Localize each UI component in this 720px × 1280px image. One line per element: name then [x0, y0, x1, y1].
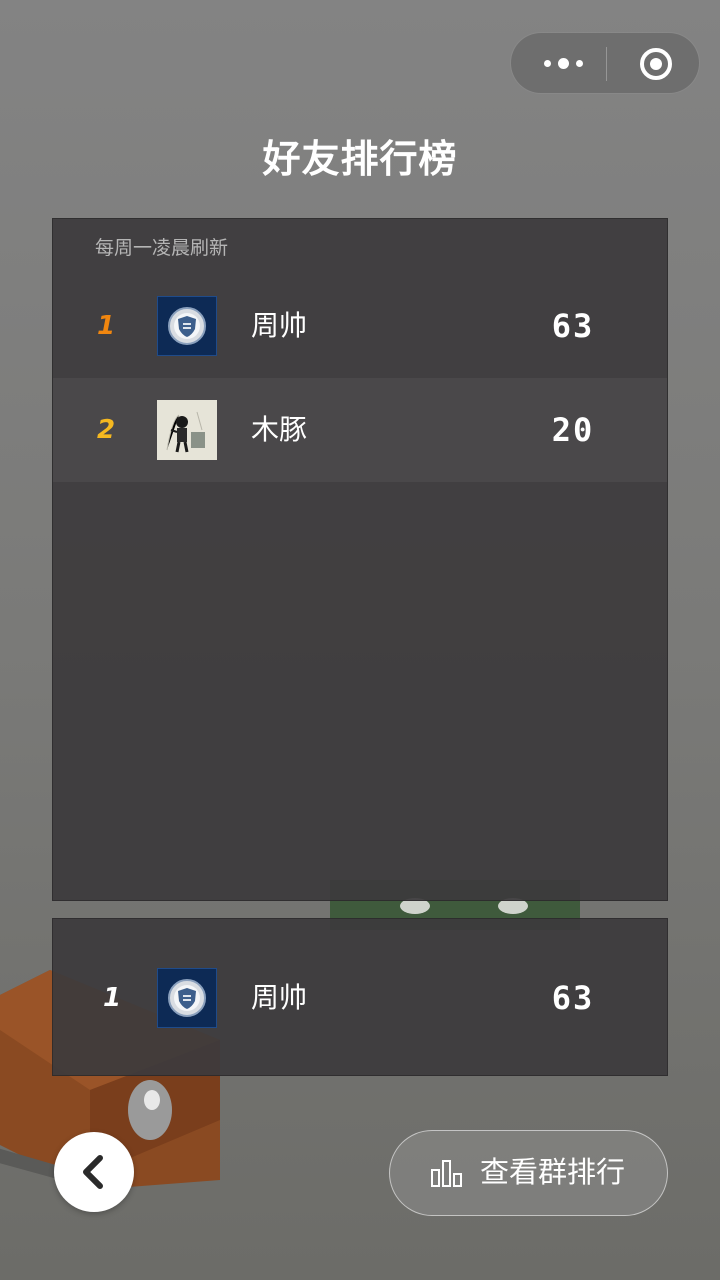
view-group-rank-button[interactable]: 查看群排行 [389, 1130, 668, 1216]
avatar [157, 400, 217, 460]
leaderboard-panel: 每周一凌晨刷新 1 周帅 63 2 木豚 20 [52, 218, 668, 901]
back-button[interactable] [54, 1132, 134, 1212]
target-circle-icon[interactable] [639, 47, 673, 81]
page-title: 好友排行榜 [262, 137, 458, 181]
my-rank-panel: 1 周帅 63 [52, 918, 668, 1076]
avatar [157, 296, 217, 356]
shield-badge-avatar [157, 968, 217, 1028]
avatar [157, 968, 217, 1028]
player-name: 木豚 [251, 413, 308, 446]
player-score: 63 [551, 979, 595, 1017]
rank-number: 1 [96, 311, 116, 341]
leaderboard-row[interactable]: 1 周帅 63 [53, 274, 667, 378]
leaderboard-row[interactable]: 2 木豚 20 [53, 378, 667, 482]
capsule-divider [606, 47, 607, 81]
player-score: 63 [551, 307, 595, 345]
player-name: 周帅 [251, 309, 308, 342]
more-dots-icon[interactable] [539, 51, 587, 75]
shield-badge-avatar [157, 296, 217, 356]
sketch-figure-avatar [157, 400, 217, 460]
rank-number: 2 [96, 415, 116, 445]
chevron-left-icon [83, 1155, 103, 1189]
rank-number: 1 [102, 983, 122, 1013]
my-rank-row[interactable]: 1 周帅 63 [53, 946, 667, 1050]
view-group-rank-label: 查看群排行 [480, 1155, 626, 1189]
refresh-note: 每周一凌晨刷新 [95, 237, 229, 259]
bar-chart-icon [431, 1160, 462, 1187]
capsule-menu [510, 32, 700, 94]
player-name: 周帅 [251, 981, 308, 1014]
player-score: 20 [551, 411, 595, 449]
